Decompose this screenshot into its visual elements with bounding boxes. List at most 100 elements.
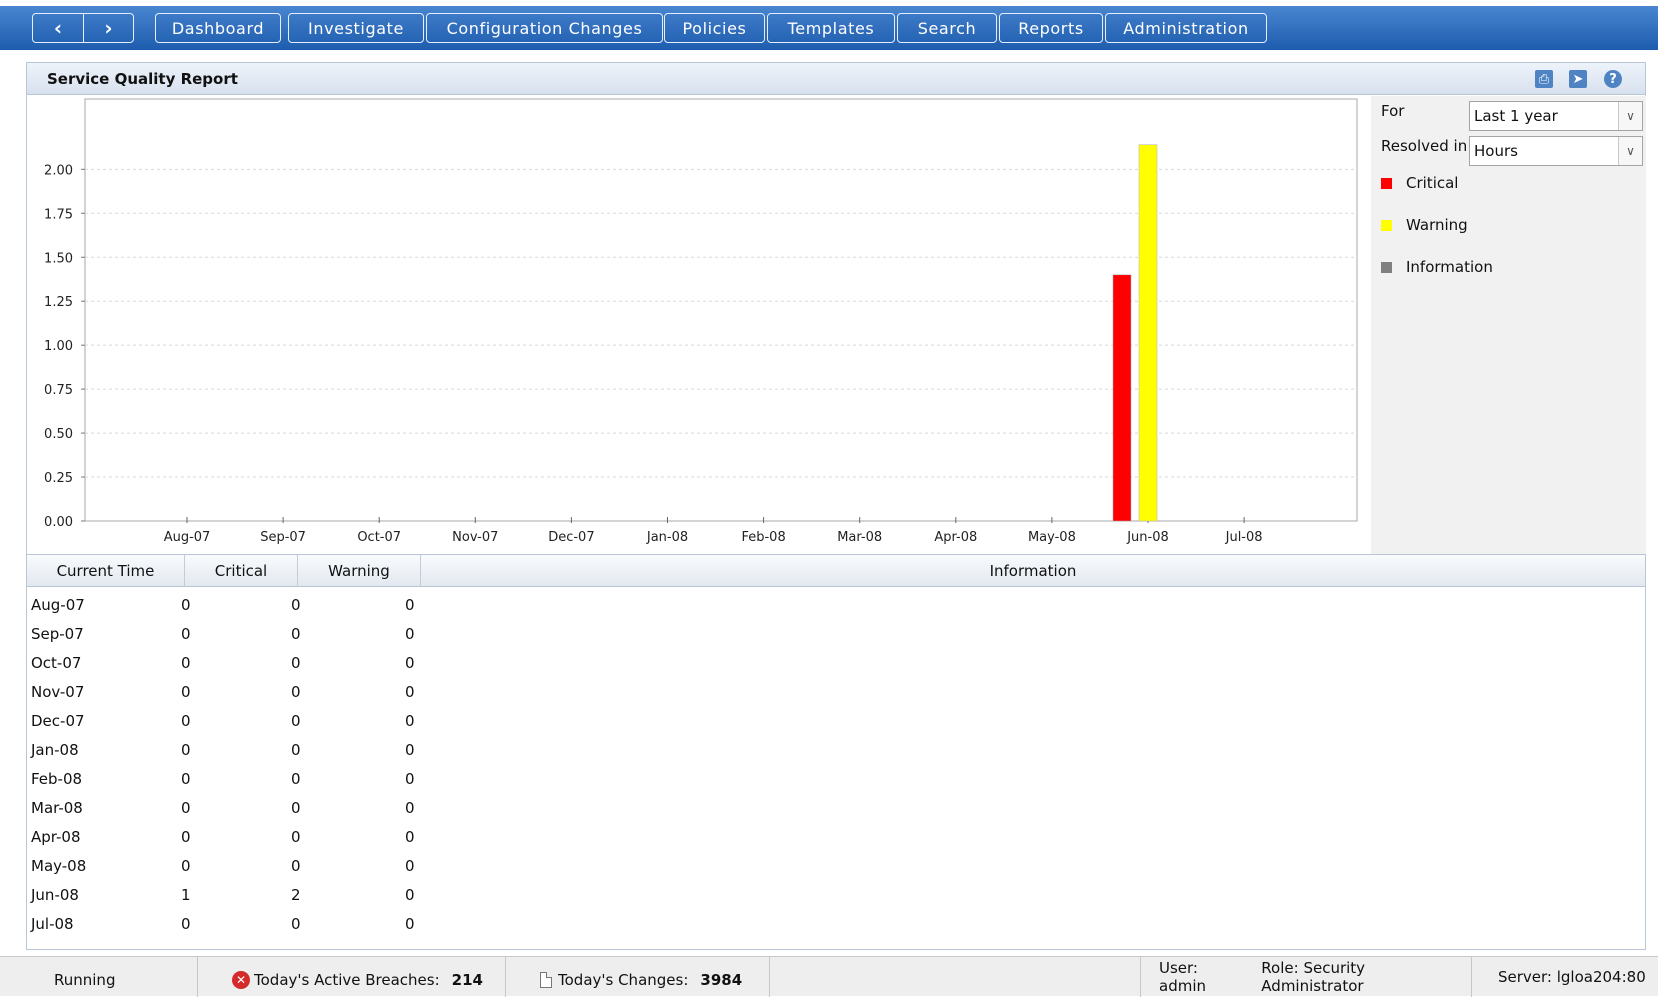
export-icon[interactable]: ➤	[1569, 70, 1587, 88]
cell-critical: 0	[181, 799, 191, 817]
y-tick-label: 2.00	[44, 163, 73, 178]
panel-header: Service Quality Report ⎙ ➤ ?	[27, 63, 1645, 95]
chevron-down-icon: ∨	[1618, 102, 1642, 130]
legend-item-warning: Warning	[1381, 216, 1468, 234]
active-breaches[interactable]: ✕ Today's Active Breaches: 214	[198, 957, 506, 997]
cell-current-time: Jan-08	[31, 741, 79, 759]
table-row[interactable]: Aug-07 0 0 0	[27, 591, 1645, 620]
table-row[interactable]: Jan-08 0 0 0	[27, 736, 1645, 765]
tab-templates[interactable]: Templates	[767, 13, 895, 43]
tab-reports[interactable]: Reports	[999, 13, 1103, 43]
tab-dashboard[interactable]: Dashboard	[155, 13, 281, 43]
error-icon: ✕	[232, 971, 250, 989]
x-tick-label: Mar-08	[837, 530, 882, 545]
status-state-text: Running	[54, 971, 116, 989]
plot-area	[84, 98, 1358, 522]
cell-current-time: Nov-07	[31, 683, 85, 701]
column-header-current-time[interactable]: Current Time	[27, 555, 185, 587]
table-row[interactable]: Jun-08 1 2 0	[27, 881, 1645, 910]
todays-changes-label: Today's Changes:	[558, 971, 689, 989]
table-row[interactable]: Oct-07 0 0 0	[27, 649, 1645, 678]
cell-current-time: Jun-08	[31, 886, 79, 904]
cell-critical: 0	[181, 625, 191, 643]
table-header: Current Time Critical Warning Informatio…	[27, 554, 1645, 587]
legend-item-critical: Critical	[1381, 174, 1458, 192]
x-tick-label: Jun-08	[1126, 530, 1169, 545]
column-header-warning[interactable]: Warning	[298, 555, 421, 587]
legend-item-information: Information	[1381, 258, 1493, 276]
table-row[interactable]: Feb-08 0 0 0	[27, 765, 1645, 794]
x-tick-label: Oct-07	[357, 530, 401, 545]
y-tick-label: 0.25	[44, 471, 73, 486]
cell-current-time: May-08	[31, 857, 87, 875]
cell-current-time: Dec-07	[31, 712, 85, 730]
table-row[interactable]: Sep-07 0 0 0	[27, 620, 1645, 649]
cell-critical: 0	[181, 915, 191, 933]
column-header-critical[interactable]: Critical	[185, 555, 298, 587]
cell-warning: 0	[291, 625, 301, 643]
table-row[interactable]: Mar-08 0 0 0	[27, 794, 1645, 823]
user-role-info: User: admin Role: Security Administrator	[1140, 957, 1472, 997]
resolved-in-select[interactable]: Hours ∨	[1469, 136, 1643, 166]
cell-warning: 0	[291, 828, 301, 846]
cell-critical: 0	[181, 712, 191, 730]
cell-warning: 0	[291, 741, 301, 759]
back-button[interactable]: ‹	[33, 14, 83, 42]
cell-information: 0	[405, 770, 415, 788]
resolved-in-select-value: Hours	[1474, 142, 1518, 160]
table-row[interactable]: Dec-07 0 0 0	[27, 707, 1645, 736]
cell-information: 0	[405, 799, 415, 817]
cell-information: 0	[405, 683, 415, 701]
legend-label: Information	[1406, 258, 1493, 276]
cell-warning: 0	[291, 596, 301, 614]
tab-configuration-changes[interactable]: Configuration Changes	[426, 13, 663, 43]
table-row[interactable]: Apr-08 0 0 0	[27, 823, 1645, 852]
table-row[interactable]: Jul-08 0 0 0	[27, 910, 1645, 939]
legend-swatch	[1381, 219, 1392, 231]
x-tick-label: Feb-08	[741, 530, 785, 545]
table-row[interactable]: Nov-07 0 0 0	[27, 678, 1645, 707]
user-text: User: admin	[1159, 959, 1206, 995]
chevron-left-icon: ‹	[53, 16, 63, 40]
service-quality-chart: 0.00 0.25 0.50 0.75 1.00 1.25 1.50 1.75 2.00 Aug-…	[44, 98, 1358, 545]
status-state: Running	[0, 957, 198, 997]
cell-warning: 0	[291, 915, 301, 933]
x-tick-label: Jul-08	[1225, 530, 1263, 545]
cell-information: 0	[405, 596, 415, 614]
bar-critical	[1112, 274, 1132, 522]
todays-changes[interactable]: Today's Changes: 3984	[506, 957, 770, 997]
cell-warning: 0	[291, 799, 301, 817]
cell-critical: 0	[181, 683, 191, 701]
cell-critical: 0	[181, 828, 191, 846]
tab-administration[interactable]: Administration	[1105, 13, 1267, 43]
cell-information: 0	[405, 828, 415, 846]
forward-button[interactable]: ›	[83, 14, 133, 42]
column-header-information[interactable]: Information	[421, 555, 1645, 587]
help-icon[interactable]: ?	[1604, 70, 1622, 88]
y-tick-label: 0.75	[44, 383, 73, 398]
cell-critical: 0	[181, 857, 191, 875]
x-tick-label: Aug-07	[164, 530, 211, 545]
x-tick-label: Nov-07	[452, 530, 498, 545]
cell-information: 0	[405, 625, 415, 643]
y-tick-label: 1.00	[44, 339, 73, 354]
x-tick-label: Apr-08	[934, 530, 977, 545]
y-tick-label: 0.00	[44, 515, 73, 530]
cell-current-time: Aug-07	[31, 596, 85, 614]
print-icon[interactable]: ⎙	[1535, 70, 1553, 88]
table-row[interactable]: May-08 0 0 0	[27, 852, 1645, 881]
legend-swatch	[1381, 261, 1392, 273]
tab-search[interactable]: Search	[897, 13, 997, 43]
cell-critical: 0	[181, 654, 191, 672]
tab-policies[interactable]: Policies	[664, 13, 765, 43]
for-select[interactable]: Last 1 year ∨	[1469, 101, 1643, 131]
active-breaches-label: Today's Active Breaches:	[254, 971, 440, 989]
cell-warning: 2	[291, 886, 301, 904]
tab-investigate[interactable]: Investigate	[288, 13, 424, 43]
y-tick-label: 1.50	[44, 251, 73, 266]
top-navigation-bar: ‹ › Dashboard Investigate Configuration …	[0, 0, 1658, 50]
legend-label: Warning	[1406, 216, 1468, 234]
chevron-right-icon: ›	[104, 16, 113, 40]
y-tick-label: 0.50	[44, 427, 73, 442]
for-label: For	[1381, 102, 1405, 120]
